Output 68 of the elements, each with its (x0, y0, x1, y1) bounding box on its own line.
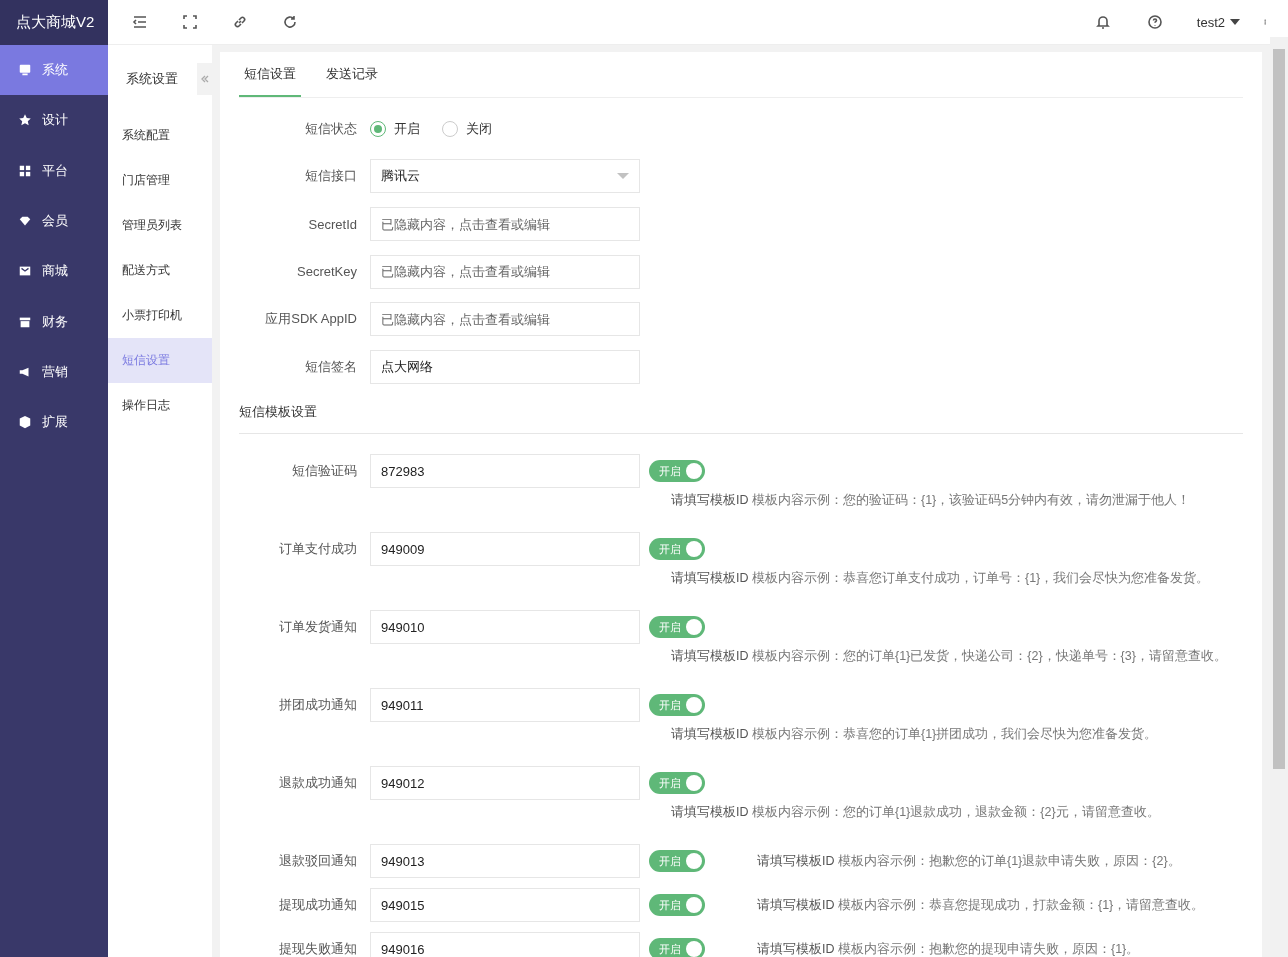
link-icon[interactable] (232, 14, 248, 30)
grid-icon (18, 163, 32, 178)
tab[interactable]: 发送记录 (321, 53, 383, 97)
hint-text: 请填写模板ID 模板内容示例：您的订单{1}已发货，快递公司：{2}，快递单号：{3}，请留意查收。 (671, 648, 1228, 666)
refresh-icon[interactable] (282, 14, 298, 30)
submenu-item[interactable]: 系统配置 (108, 113, 212, 158)
nav-item[interactable]: 商城 (0, 246, 108, 297)
submenu-item[interactable]: 配送方式 (108, 248, 212, 293)
nav-item[interactable]: 平台 (0, 145, 108, 196)
field-label: 短信状态 (304, 119, 358, 138)
field-label: SecretKey (296, 264, 358, 280)
submenu-item[interactable]: 门店管理 (108, 158, 212, 203)
hint-text: 请填写模板ID 模板内容示例：恭喜您提现成功，打款金额：{1}，请留意查收。 (757, 896, 1205, 914)
monitor-icon (18, 63, 32, 78)
input-field[interactable]: 949012 (370, 766, 640, 801)
fullscreen-icon[interactable] (182, 14, 198, 30)
radio-option[interactable]: 关闭 (442, 119, 492, 138)
section-title: 短信模板设置 (239, 403, 317, 422)
input-field[interactable]: 已隐藏内容，点击查看或编辑 (370, 254, 640, 289)
input-field[interactable]: 949016 (370, 932, 640, 957)
menu-icon[interactable] (132, 14, 148, 30)
cube-icon (18, 415, 32, 430)
nav-item[interactable]: 财务 (0, 296, 108, 347)
field-label: 订单支付成功 (278, 540, 358, 559)
input-field[interactable]: 949015 (370, 888, 640, 923)
field-label: 退款成功通知 (278, 774, 358, 793)
brand-title: 点大商城V2 (16, 13, 95, 32)
input-field[interactable]: 949011 (370, 688, 640, 723)
radio-option[interactable]: 开启 (370, 119, 420, 138)
panel-title: 系统设置 (126, 70, 179, 88)
input-field[interactable]: 已隐藏内容，点击查看或编辑 (370, 302, 640, 337)
bell-icon[interactable] (1094, 14, 1111, 30)
select-field[interactable]: 腾讯云 (370, 159, 640, 194)
nav-item[interactable]: 设计 (0, 95, 108, 146)
field-label: 拼团成功通知 (278, 696, 358, 715)
hint-text: 请填写模板ID 模板内容示例：抱歉您的提现申请失败，原因：{1}。 (757, 940, 1140, 957)
hint-text: 请填写模板ID 模板内容示例：抱歉您的订单{1}退款申请失败，原因：{2}。 (757, 852, 1181, 870)
input-field[interactable]: 949009 (370, 532, 640, 567)
field-label: 订单发货通知 (278, 618, 358, 637)
user-menu[interactable]: test2 (1196, 14, 1240, 30)
help-icon[interactable] (1146, 14, 1163, 30)
input-field[interactable]: 949013 (370, 844, 640, 879)
field-label: 退款驳回通知 (278, 852, 358, 871)
field-label: SecretId (307, 216, 358, 232)
submenu-item[interactable]: 操作日志 (108, 383, 212, 428)
tab[interactable]: 短信设置 (239, 53, 301, 97)
double-chevron-icon (200, 75, 209, 83)
star-icon (18, 113, 32, 128)
hint-text: 请填写模板ID 模板内容示例：恭喜您订单支付成功，订单号：{1}，我们会尽快为您准备发货。 (671, 570, 1211, 588)
input-field[interactable]: 点大网络 (370, 350, 640, 385)
input-field[interactable]: 872983 (370, 454, 640, 489)
hint-text: 请填写模板ID 模板内容示例：您的验证码：{1}，该验证码5分钟内有效，请勿泄漏于他人！ (671, 492, 1192, 510)
hint-text: 请填写模板ID 模板内容示例：恭喜您的订单{1}拼团成功，我们会尽快为您准备发货。 (671, 726, 1159, 744)
nav-item[interactable]: 系统 (0, 45, 108, 96)
input-field[interactable]: 949010 (370, 610, 640, 645)
field-label: 短信验证码 (291, 462, 358, 481)
submenu-item[interactable]: 小票打印机 (108, 293, 212, 338)
nav-item[interactable]: 会员 (0, 195, 108, 247)
field-label: 提现成功通知 (278, 896, 358, 915)
input-field[interactable]: 已隐藏内容，点击查看或编辑 (370, 207, 640, 242)
field-label: 短信接口 (304, 167, 358, 186)
hint-text: 请填写模板ID 模板内容示例：您的订单{1}退款成功，退款金额：{2}元，请留意查收。 (671, 804, 1161, 822)
field-label: 短信签名 (304, 358, 358, 377)
submenu-item[interactable]: 管理员列表 (108, 203, 212, 248)
field-label: 应用SDK AppID (264, 310, 358, 329)
nav-item[interactable]: 扩展 (0, 397, 108, 448)
nav-item[interactable]: 营销 (0, 346, 108, 398)
field-label: 提现失败通知 (278, 940, 358, 957)
